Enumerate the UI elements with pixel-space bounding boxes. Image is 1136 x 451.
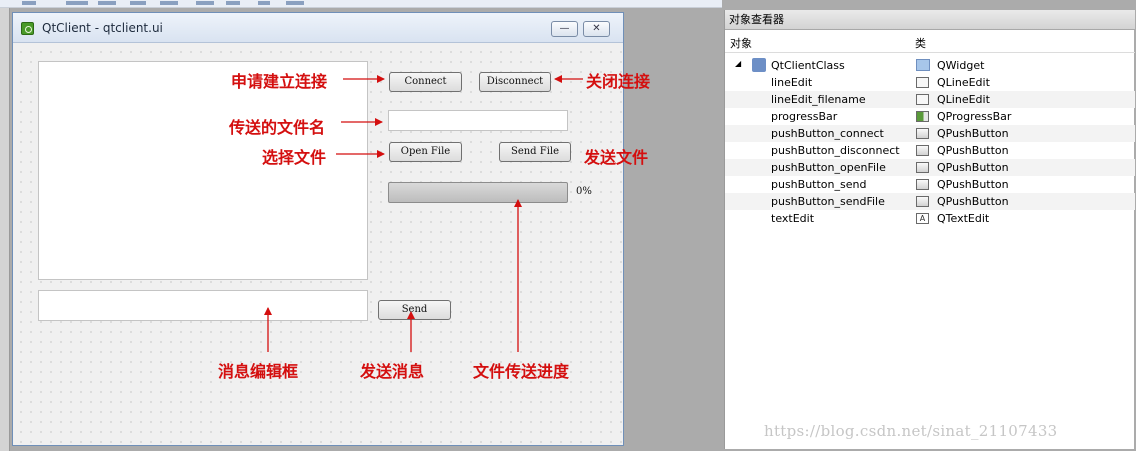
push-button-icon [916,128,929,139]
inspector-header: 对象 类 [725,30,1135,53]
root-class-name: QWidget [937,59,985,72]
column-class[interactable]: 类 [915,35,926,51]
annotation-filename: 传送的文件名 [229,118,326,137]
form-canvas[interactable]: Connect Disconnect Open File Send File S… [13,44,623,445]
qwidget-icon [916,59,930,71]
object-name: pushButton_openFile [771,161,886,174]
root-object-name: QtClientClass [771,59,845,72]
tree-row[interactable]: pushButton_disconnect QPushButton [725,142,1135,159]
tree-row[interactable]: textEdit A QTextEdit [725,210,1135,227]
object-name: pushButton_connect [771,127,884,140]
object-name: lineEdit_filename [771,93,866,106]
tree-row[interactable]: lineEdit QLineEdit [725,74,1135,91]
object-name: pushButton_sendFile [771,195,885,208]
watermark: https://blog.csdn.net/sinat_21107433 [764,422,1058,440]
text-edit-icon: A [916,213,929,224]
screen: QtClient - qtclient.ui — ✕ Connect Disco… [0,0,1136,451]
object-name: progressBar [771,110,838,123]
connect-button[interactable]: Connect [389,72,462,92]
widget-form-icon [752,58,766,72]
minimize-button[interactable]: — [551,21,578,37]
tree-row[interactable]: lineEdit_filename QLineEdit [725,91,1135,108]
annotation-close-connect: 关闭连接 [586,72,651,91]
class-name: QPushButton [937,127,1009,140]
open-file-button[interactable]: Open File [389,142,462,162]
tree-row[interactable]: pushButton_openFile QPushButton [725,159,1135,176]
object-name: lineEdit [771,76,813,89]
disconnect-button[interactable]: Disconnect [479,72,551,92]
annotation-request-connect: 申请建立连接 [231,72,328,91]
class-name: QPushButton [937,178,1009,191]
collapse-arrow-icon[interactable]: ◢ [735,59,741,68]
close-button[interactable]: ✕ [583,21,610,37]
class-name: QPushButton [937,144,1009,157]
annotation-send-message: 发送消息 [360,362,425,381]
tree-row[interactable]: pushButton_send QPushButton [725,176,1135,193]
form-title: QtClient - qtclient.ui [42,21,163,35]
message-line-edit[interactable] [38,290,368,321]
tree-row[interactable]: pushButton_sendFile QPushButton [725,193,1135,210]
class-name: QProgressBar [937,110,1012,123]
object-name: pushButton_disconnect [771,144,900,157]
class-name: QPushButton [937,161,1009,174]
send-button[interactable]: Send [378,300,451,320]
annotation-send-file: 发送文件 [584,148,649,167]
tree-row[interactable]: pushButton_connect QPushButton [725,125,1135,142]
object-name: pushButton_send [771,178,867,191]
progress-bar-icon [916,111,929,122]
progress-percent: 0% [576,186,592,197]
class-name: QLineEdit [937,76,990,89]
column-object[interactable]: 对象 [730,35,752,51]
send-file-button[interactable]: Send File [499,142,571,162]
object-inspector: 对象查看器 对象 类 ◢ QtClientClass QWidget lineE… [724,10,1135,449]
annotation-choose-file: 选择文件 [262,148,327,167]
text-edit[interactable] [38,61,368,280]
class-name: QPushButton [937,195,1009,208]
class-name: QLineEdit [937,93,990,106]
line-edit-icon [916,77,929,88]
progress-bar [388,182,568,203]
designer-toolbar-strip [0,0,722,8]
annotation-transfer-progress: 文件传送进度 [473,362,570,381]
filename-line-edit[interactable] [388,110,568,131]
class-name: QTextEdit [937,212,990,225]
left-panel-edge [0,8,10,451]
annotation-message-box: 消息编辑框 [218,362,299,381]
tree-root-row[interactable]: ◢ QtClientClass QWidget [725,57,1135,74]
push-button-icon [916,162,929,173]
inspector-title: 对象查看器 [725,10,1135,30]
push-button-icon [916,179,929,190]
tree-row[interactable]: progressBar QProgressBar [725,108,1135,125]
qt-app-icon [21,22,34,35]
object-name: textEdit [771,212,815,225]
form-title-bar[interactable]: QtClient - qtclient.ui — ✕ [13,13,623,43]
line-edit-icon [916,94,929,105]
push-button-icon [916,196,929,207]
push-button-icon [916,145,929,156]
